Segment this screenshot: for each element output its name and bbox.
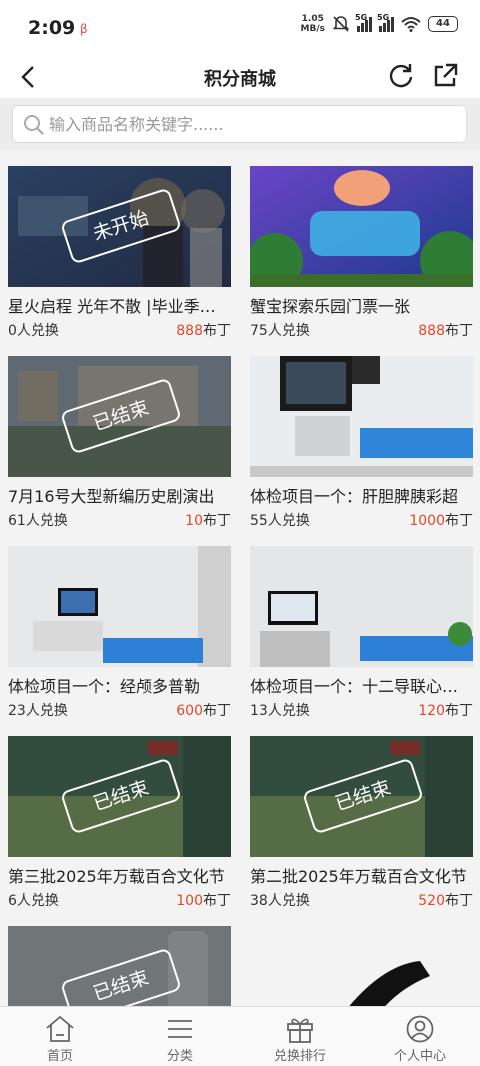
- product-image: 已结束: [8, 926, 231, 1006]
- title-bar: 积分商城: [0, 58, 480, 98]
- product-card[interactable]: 未开始 星火启程 光年不散 |毕业季晚会 0人兑换 888布丁: [8, 166, 231, 340]
- share-icon[interactable]: [430, 61, 460, 91]
- signal-icon: 5G: [377, 13, 394, 32]
- product-card[interactable]: [250, 926, 473, 1006]
- redeem-count: 38人兑换: [250, 893, 310, 909]
- search-box[interactable]: [12, 105, 467, 143]
- nav-item-category[interactable]: 分类: [120, 1007, 240, 1066]
- product-image: [250, 926, 473, 1006]
- search-bar: [0, 98, 480, 150]
- home-icon: [46, 1015, 74, 1042]
- product-image: 已结束: [250, 736, 473, 857]
- points-price: 600布丁: [176, 703, 231, 719]
- status-icons: 1.05 MB/s 5G 5G 44: [300, 13, 458, 34]
- redeem-count: 0人兑换: [8, 323, 59, 339]
- product-image: 未开始: [8, 166, 231, 287]
- search-input[interactable]: [49, 106, 449, 142]
- refresh-icon[interactable]: [386, 61, 416, 91]
- points-price: 10布丁: [185, 513, 231, 529]
- product-name: 蟹宝探索乐园门票一张: [250, 297, 411, 316]
- product-name: 体检项目一个：十二导联心电图: [250, 677, 473, 696]
- user-icon: [406, 1015, 434, 1043]
- menu-icon: [168, 1020, 192, 1038]
- redeem-count: 55人兑换: [250, 513, 310, 529]
- status-time: 2:09: [28, 17, 76, 39]
- signal-icon: 5G: [355, 13, 372, 32]
- points-price: 100布丁: [176, 893, 231, 909]
- nav-item-ranking[interactable]: 兑换排行: [240, 1007, 360, 1066]
- product-name: 体检项目一个：肝胆脾胰彩超: [250, 487, 459, 506]
- redeem-count: 61人兑换: [8, 513, 68, 529]
- redeem-count: 6人兑换: [8, 893, 59, 909]
- product-name: 第三批2025年万载百合文化节: [8, 867, 225, 886]
- product-card[interactable]: 已结束 7月16号大型新编历史剧演出 61人兑换 10布丁: [8, 356, 231, 530]
- wifi-icon: [401, 17, 421, 32]
- nav-item-home[interactable]: 首页: [0, 1007, 120, 1066]
- redeem-count: 75人兑换: [250, 323, 310, 339]
- product-card[interactable]: 已结束: [8, 926, 231, 1006]
- points-price: 888布丁: [176, 323, 231, 339]
- product-card[interactable]: 体检项目一个：经颅多普勒 23人兑换 600布丁: [8, 546, 231, 720]
- search-icon: [24, 115, 44, 135]
- mute-icon: [332, 16, 350, 32]
- redeem-count: 23人兑换: [8, 703, 68, 719]
- product-image: 已结束: [8, 736, 231, 857]
- app-indicator-icon: β: [80, 22, 88, 36]
- net-speed: 1.05 MB/s: [300, 14, 325, 34]
- product-card[interactable]: 已结束 第三批2025年万载百合文化节 6人兑换 100布丁: [8, 736, 231, 910]
- redeem-count: 13人兑换: [250, 703, 310, 719]
- product-card[interactable]: 体检项目一个：肝胆脾胰彩超 55人兑换 1000布丁: [250, 356, 473, 530]
- product-image: [250, 356, 473, 477]
- points-price: 1000布丁: [409, 513, 473, 529]
- product-image: [250, 166, 473, 287]
- product-image: [8, 546, 231, 667]
- product-image: [250, 546, 473, 667]
- points-price: 520布丁: [418, 893, 473, 909]
- product-card[interactable]: 已结束 第二批2025年万载百合文化节 38人兑换 520布丁: [250, 736, 473, 910]
- nav-item-profile[interactable]: 个人中心: [360, 1007, 480, 1066]
- product-card[interactable]: 体检项目一个：十二导联心电图 13人兑换 120布丁: [250, 546, 473, 720]
- battery-icon: 44: [428, 16, 458, 32]
- bottom-nav: 首页 分类 兑换排行 个人中心: [0, 1006, 480, 1066]
- points-price: 120布丁: [418, 703, 473, 719]
- product-card[interactable]: 蟹宝探索乐园门票一张 75人兑换 888布丁: [250, 166, 473, 340]
- product-name: 第二批2025年万载百合文化节: [250, 867, 467, 886]
- points-price: 888布丁: [418, 323, 473, 339]
- product-name: 体检项目一个：经颅多普勒: [8, 677, 201, 696]
- product-name: 星火启程 光年不散 |毕业季晚会: [8, 297, 231, 316]
- status-bar: 2:09 β 1.05 MB/s 5G 5G 44: [0, 0, 480, 58]
- product-name: 7月16号大型新编历史剧演出: [8, 487, 215, 506]
- product-image: 已结束: [8, 356, 231, 477]
- product-grid: 未开始 星火启程 光年不散 |毕业季晚会 0人兑换 888布丁 蟹宝探索乐园门票…: [0, 150, 480, 1006]
- gift-icon: [287, 1018, 313, 1043]
